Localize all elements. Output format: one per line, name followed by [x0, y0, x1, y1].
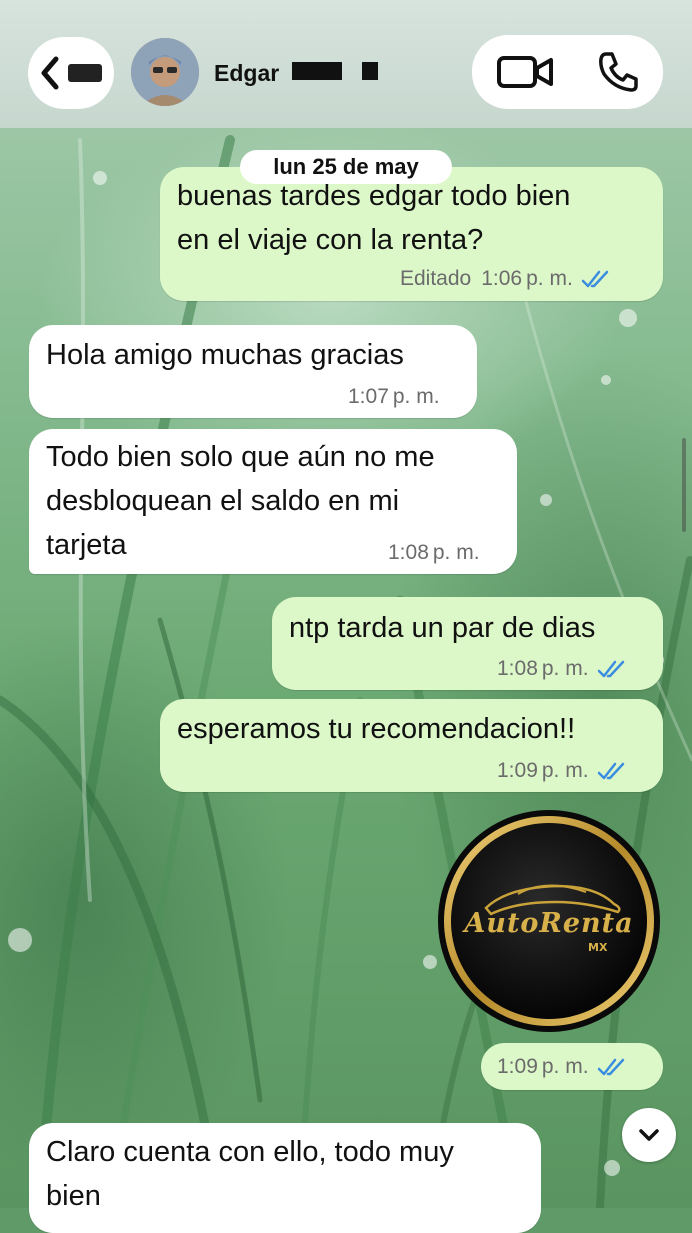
sticker-brand-subtext: MX — [588, 941, 608, 954]
message-time: 1:09 — [497, 1055, 538, 1078]
message-meta: 1:08 p. m. — [497, 657, 627, 681]
autorenta-sticker[interactable]: AutoRenta MX — [436, 808, 662, 1034]
read-ticks-icon — [597, 761, 627, 781]
message-time: 1:07 — [348, 385, 389, 408]
read-ticks-icon — [581, 269, 611, 289]
message-meta: Editado 1:06 p. m. — [400, 267, 611, 291]
message-text: buenas tardes edgar todo bien en el viaj… — [177, 180, 571, 256]
read-ticks-icon — [597, 1057, 627, 1077]
contact-avatar[interactable] — [131, 38, 199, 106]
message-meta: 1:07 p. m. — [348, 385, 440, 409]
unread-count-redacted — [68, 64, 102, 82]
phone-icon[interactable] — [596, 50, 640, 94]
message-text: esperamos tu recomendacion!! — [177, 713, 576, 745]
message-ampm: p. m. — [541, 1055, 589, 1078]
message-ampm: p. m. — [541, 657, 589, 680]
message-time: 1:09 — [497, 759, 538, 782]
message-meta: 1:08 p. m. — [388, 541, 480, 565]
message-ampm: p. m. — [392, 385, 440, 408]
call-actions — [472, 35, 663, 109]
read-ticks-icon — [597, 659, 627, 679]
video-camera-icon[interactable] — [496, 52, 556, 92]
chevron-down-icon — [637, 1127, 661, 1143]
message-meta: 1:09 p. m. — [497, 1055, 627, 1079]
message-time: 1:08 — [497, 657, 538, 680]
name-redaction — [362, 62, 378, 80]
message-time: 1:06 — [481, 267, 523, 290]
sticker-brand-text: AutoRenta — [464, 908, 634, 939]
message-time: 1:08 — [388, 541, 429, 564]
name-redaction — [292, 62, 342, 80]
back-button[interactable] — [28, 37, 114, 109]
contact-name[interactable]: Edgar — [214, 60, 279, 87]
message-text: ntp tarda un par de dias — [289, 612, 596, 644]
scrollbar[interactable] — [682, 438, 686, 532]
edited-label: Editado — [400, 267, 472, 290]
scroll-to-bottom-button[interactable] — [622, 1108, 676, 1162]
message-meta: 1:09 p. m. — [497, 759, 627, 783]
message-ampm: p. m. — [526, 267, 573, 290]
message-ampm: p. m. — [432, 541, 480, 564]
chevron-left-icon — [34, 53, 68, 93]
message-text: Claro cuenta con ello, todo muy bien — [46, 1136, 454, 1212]
message-text: Todo bien solo que aún no me desbloquean… — [46, 441, 435, 561]
message-ampm: p. m. — [541, 759, 589, 782]
message-text: Hola amigo muchas gracias — [46, 339, 404, 371]
